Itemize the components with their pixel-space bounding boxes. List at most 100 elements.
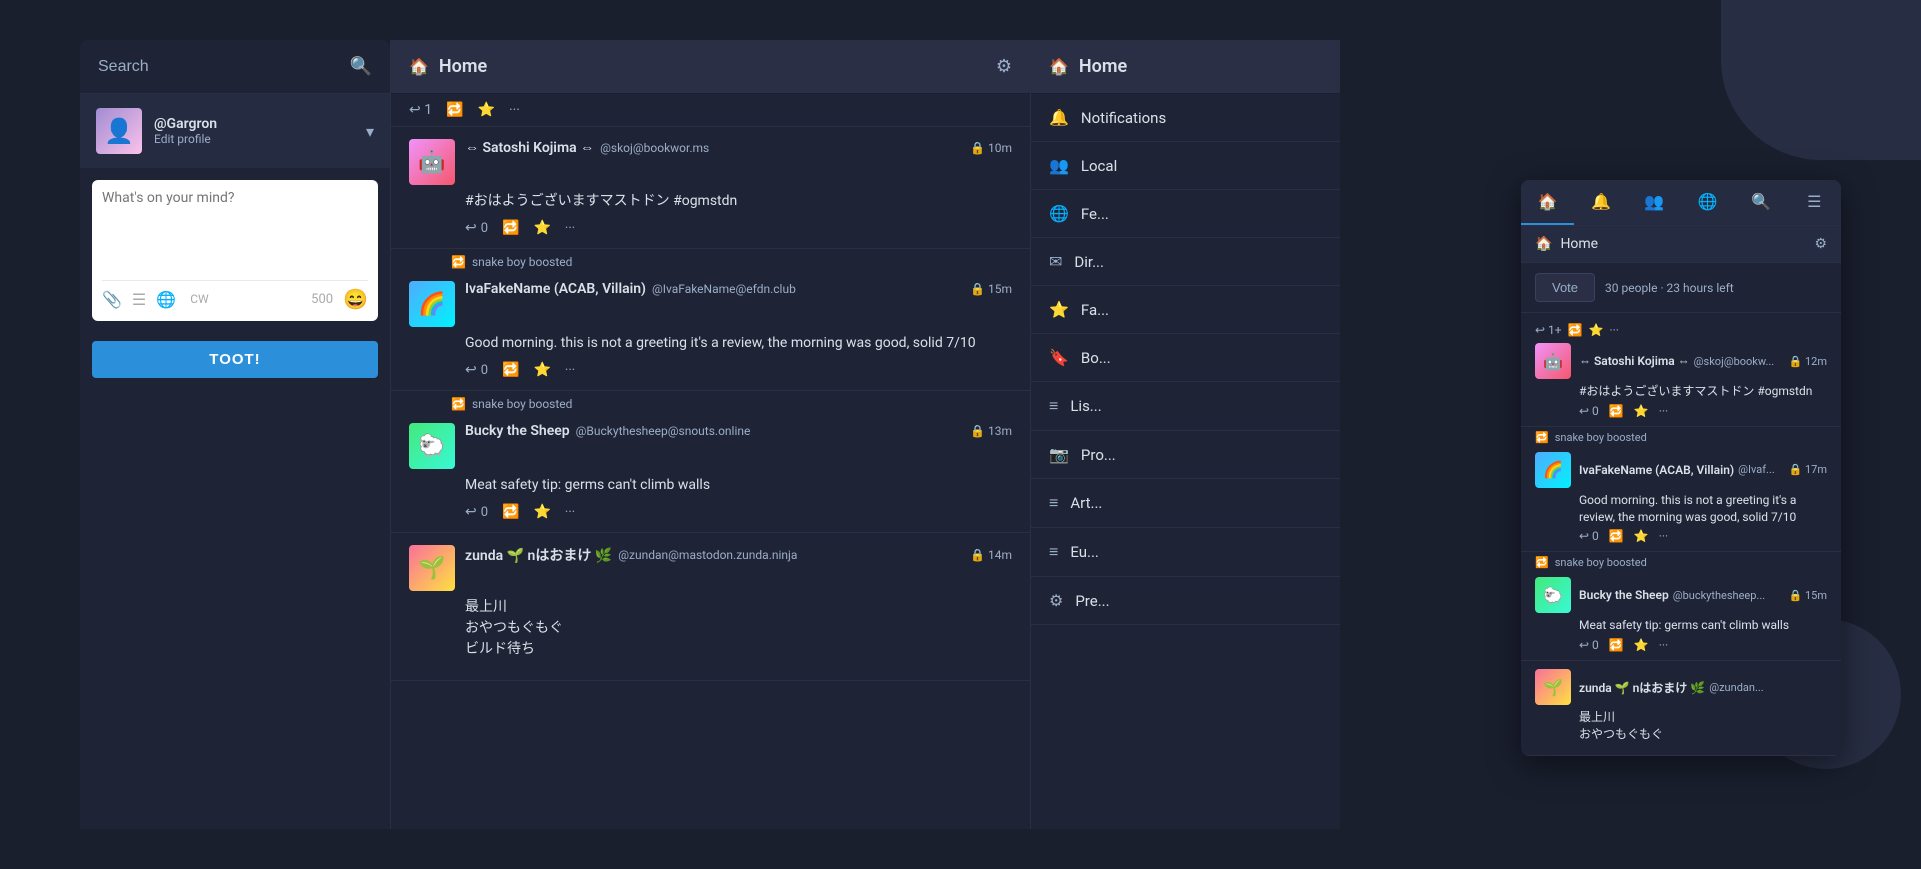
fp-post-author: zunda 🌱 nはおまけ 🌿: [1579, 679, 1705, 696]
fp-post-item: 🌈 IvaFakeName (ACAB, Villain) @Ivaf... 🔒…: [1521, 444, 1841, 553]
fp-tab-search[interactable]: 🔍: [1734, 180, 1787, 225]
fp-home-icon: 🏠: [1535, 236, 1552, 252]
profile-section: 👤 @Gargron Edit profile ▾: [80, 94, 390, 168]
compose-textarea[interactable]: [102, 190, 368, 270]
fp-fav-action[interactable]: ⭐: [1634, 529, 1649, 543]
sidebar-item-label: Dir...: [1074, 253, 1104, 271]
fp-fav-action[interactable]: ⭐: [1634, 638, 1649, 652]
favourite-action[interactable]: ⭐: [533, 362, 550, 378]
fp-settings-icon[interactable]: ⚙: [1814, 236, 1827, 252]
emoji-icon[interactable]: 😄: [343, 287, 368, 311]
favourite-action[interactable]: ⭐: [478, 102, 495, 118]
more-action[interactable]: ···: [509, 102, 520, 118]
boost-action[interactable]: 🔁: [502, 362, 519, 378]
sidebar-item-europe[interactable]: ≡ Eu...: [1031, 528, 1340, 577]
fp-post-time: 🔒 17m: [1789, 463, 1827, 476]
more-action[interactable]: ···: [565, 363, 575, 378]
fp-boost-action[interactable]: 🔁: [1609, 404, 1624, 418]
attachment-icon[interactable]: 📎: [102, 290, 122, 309]
sidebar-item-label: Fe...: [1081, 205, 1109, 223]
sidebar-item-label: Lis...: [1070, 397, 1101, 415]
fp-post-avatar: 🤖: [1535, 343, 1571, 379]
fp-more-action[interactable]: ···: [1659, 404, 1668, 418]
sidebar-item-bookmarks[interactable]: 🔖 Bo...: [1031, 334, 1340, 382]
fp-boost-action[interactable]: 🔁: [1609, 529, 1624, 543]
post-handle: @Buckythesheep@snouts.online: [576, 424, 751, 438]
fp-tab-menu[interactable]: ☰: [1788, 180, 1841, 225]
boost-action[interactable]: 🔁: [502, 504, 519, 520]
camera-icon: 📷: [1049, 445, 1069, 464]
favourite-action[interactable]: ⭐: [533, 220, 550, 236]
more-action[interactable]: ···: [565, 505, 575, 520]
post-author: zunda 🌱 nはおまけ 🌿: [465, 545, 612, 565]
fp-post-header: 🤖 ⇔ Satoshi Kojima ⇔ @skoj@bookw... 🔒 12…: [1535, 343, 1827, 379]
fp-more-small-icon: ···: [1610, 323, 1619, 337]
fp-post-meta: ⇔ Satoshi Kojima ⇔ @skoj@bookw... 🔒 12m: [1579, 354, 1827, 368]
fp-reply-action[interactable]: ↩ 0: [1579, 529, 1599, 543]
fp-post-author: IvaFakeName (ACAB, Villain): [1579, 463, 1734, 477]
post-time: 🔒 14m: [970, 548, 1012, 562]
toot-button[interactable]: TOOT!: [92, 341, 378, 378]
fp-post-avatar: 🌱: [1535, 669, 1571, 705]
globe-icon[interactable]: 🌐: [156, 290, 176, 309]
fp-boost-action[interactable]: 🔁: [1609, 638, 1624, 652]
favourite-action[interactable]: ⭐: [533, 504, 550, 520]
middle-column-header: 🏠 Home ⚙: [391, 40, 1030, 94]
fp-tab-notifications[interactable]: 🔔: [1574, 180, 1627, 225]
post-author-line: IvaFakeName (ACAB, Villain) @IvaFakeName…: [465, 281, 1012, 297]
nav-header-title: Home: [1079, 56, 1127, 77]
post-actions: ↩ 0 🔁 ⭐ ···: [465, 362, 1012, 378]
sidebar-item-federated[interactable]: 🌐 Fe...: [1031, 190, 1340, 238]
sidebar-item-lists[interactable]: ≡ Lis...: [1031, 382, 1340, 431]
fp-more-action[interactable]: ···: [1659, 638, 1668, 652]
vote-button[interactable]: Vote: [1535, 273, 1595, 302]
profile-edit-label[interactable]: Edit profile: [154, 132, 354, 146]
fp-tab-home[interactable]: 🏠: [1521, 180, 1574, 225]
reply-action[interactable]: ↩ 0: [465, 220, 488, 236]
fp-more-action[interactable]: ···: [1659, 529, 1668, 543]
fp-post-item: 🌱 zunda 🌱 nはおまけ 🌿 @zundan... 最上川おやつもぐもぐ: [1521, 661, 1841, 756]
cw-label[interactable]: CW: [190, 292, 208, 306]
post-meta: IvaFakeName (ACAB, Villain) @IvaFakeName…: [465, 281, 1012, 297]
sidebar-item-preferences[interactable]: ⚙ Pre...: [1031, 577, 1340, 625]
boost-action[interactable]: 🔁: [446, 102, 463, 118]
fp-tab-community[interactable]: 👥: [1628, 180, 1681, 225]
chevron-down-icon[interactable]: ▾: [366, 122, 374, 141]
floating-panel: 🏠 🔔 👥 🌐 🔍 ☰ 🏠 Home ⚙ Vote 30 people · 23…: [1521, 180, 1841, 756]
sidebar-item-notifications[interactable]: 🔔 Notifications: [1031, 94, 1340, 142]
reply-action[interactable]: ↩ 0: [465, 504, 488, 520]
reply-action[interactable]: ↩ 0: [465, 362, 488, 378]
sidebar-item-profile[interactable]: 📷 Pro...: [1031, 431, 1340, 479]
fp-fav-action[interactable]: ⭐: [1634, 404, 1649, 418]
list-icon[interactable]: ☰: [132, 290, 146, 309]
post-item: 🤖 ⇔ Satoshi Kojima ⇔ @skoj@bookwor.ms 🔒 …: [391, 127, 1030, 249]
settings-icon[interactable]: ⚙: [996, 56, 1012, 77]
post-header: 🌈 IvaFakeName (ACAB, Villain) @IvaFakeNa…: [409, 281, 1012, 327]
search-input[interactable]: [98, 58, 350, 76]
sidebar-item-favourites[interactable]: ⭐ Fa...: [1031, 286, 1340, 334]
fp-reply-action[interactable]: ↩ 0: [1579, 638, 1599, 652]
post-time: 🔒 13m: [970, 424, 1012, 438]
fp-tab-globe[interactable]: 🌐: [1681, 180, 1734, 225]
fp-post-meta: Bucky the Sheep @buckythesheep... 🔒 15m: [1579, 588, 1827, 602]
post-author-line: Bucky the Sheep @Buckythesheep@snouts.on…: [465, 423, 1012, 439]
middle-column: 🏠 Home ⚙ ↩ 1 🔁 ⭐ ··· 🤖 ⇔ Satoshi Kojim: [390, 40, 1030, 829]
floating-panel-tabs: 🏠 🔔 👥 🌐 🔍 ☰: [1521, 180, 1841, 226]
sidebar-item-direct[interactable]: ✉ Dir...: [1031, 238, 1340, 286]
fp-post-content: Good morning. this is not a greeting it'…: [1579, 492, 1827, 526]
fp-post-meta: zunda 🌱 nはおまけ 🌿 @zundan...: [1579, 679, 1827, 696]
fp-post-header: 🌱 zunda 🌱 nはおまけ 🌿 @zundan...: [1535, 669, 1827, 705]
reply-action[interactable]: ↩ 1: [409, 102, 432, 118]
star-icon: ⭐: [1049, 300, 1069, 319]
more-action[interactable]: ···: [565, 221, 575, 236]
sidebar-item-local[interactable]: 👥 Local: [1031, 142, 1340, 190]
floating-panel-header: 🏠 Home ⚙: [1521, 226, 1841, 263]
boost-action[interactable]: 🔁: [502, 220, 519, 236]
fp-boost-indicator: 🔁 snake boy boosted: [1521, 427, 1841, 444]
post-author-line: ⇔ Satoshi Kojima ⇔ @skoj@bookwor.ms 🔒 10…: [465, 139, 1012, 156]
fp-reply-action[interactable]: ↩ 0: [1579, 404, 1599, 418]
sidebar-item-label: Bo...: [1081, 349, 1111, 367]
fp-post-content: 最上川おやつもぐもぐ: [1579, 709, 1827, 743]
sidebar-item-artisanal[interactable]: ≡ Art...: [1031, 479, 1340, 528]
fp-boost-small-icon: 🔁: [1568, 323, 1583, 337]
